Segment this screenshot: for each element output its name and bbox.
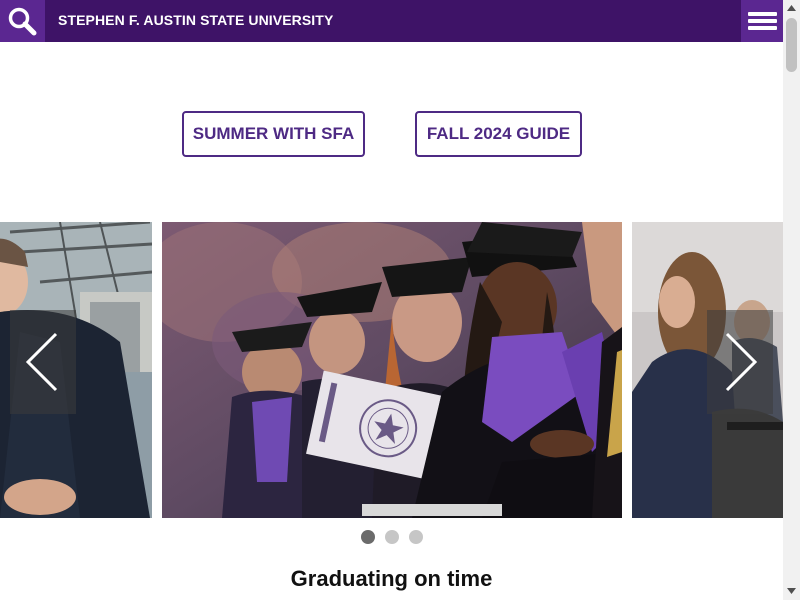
site-title[interactable]: STEPHEN F. AUSTIN STATE UNIVERSITY [58,12,333,28]
chevron-up-icon [787,5,796,11]
search-button[interactable] [0,0,45,42]
chevron-down-icon [787,588,796,594]
carousel-dot-2[interactable] [385,530,399,544]
chevron-right-icon [725,332,758,392]
carousel-dot-3[interactable] [409,530,423,544]
site-header: STEPHEN F. AUSTIN STATE UNIVERSITY [0,0,783,42]
menu-button[interactable] [741,0,783,42]
carousel-slide-active[interactable] [162,222,622,518]
scroll-thumb[interactable] [786,18,797,72]
fall-2024-guide-button[interactable]: FALL 2024 GUIDE [415,111,582,157]
slide-image-graduate [162,222,622,518]
scroll-down-button[interactable] [783,583,800,600]
carousel-dot-1[interactable] [361,530,375,544]
page-scrollbar[interactable] [783,0,800,600]
hamburger-menu-icon [748,12,777,16]
carousel-prev-button[interactable] [10,310,76,414]
search-icon [8,7,37,36]
chevron-left-icon [25,332,58,392]
carousel-next-button[interactable] [707,310,773,414]
scroll-up-button[interactable] [783,0,800,17]
summer-with-sfa-button[interactable]: SUMMER WITH SFA [182,111,365,157]
carousel-caption: Graduating on time [290,566,493,591]
